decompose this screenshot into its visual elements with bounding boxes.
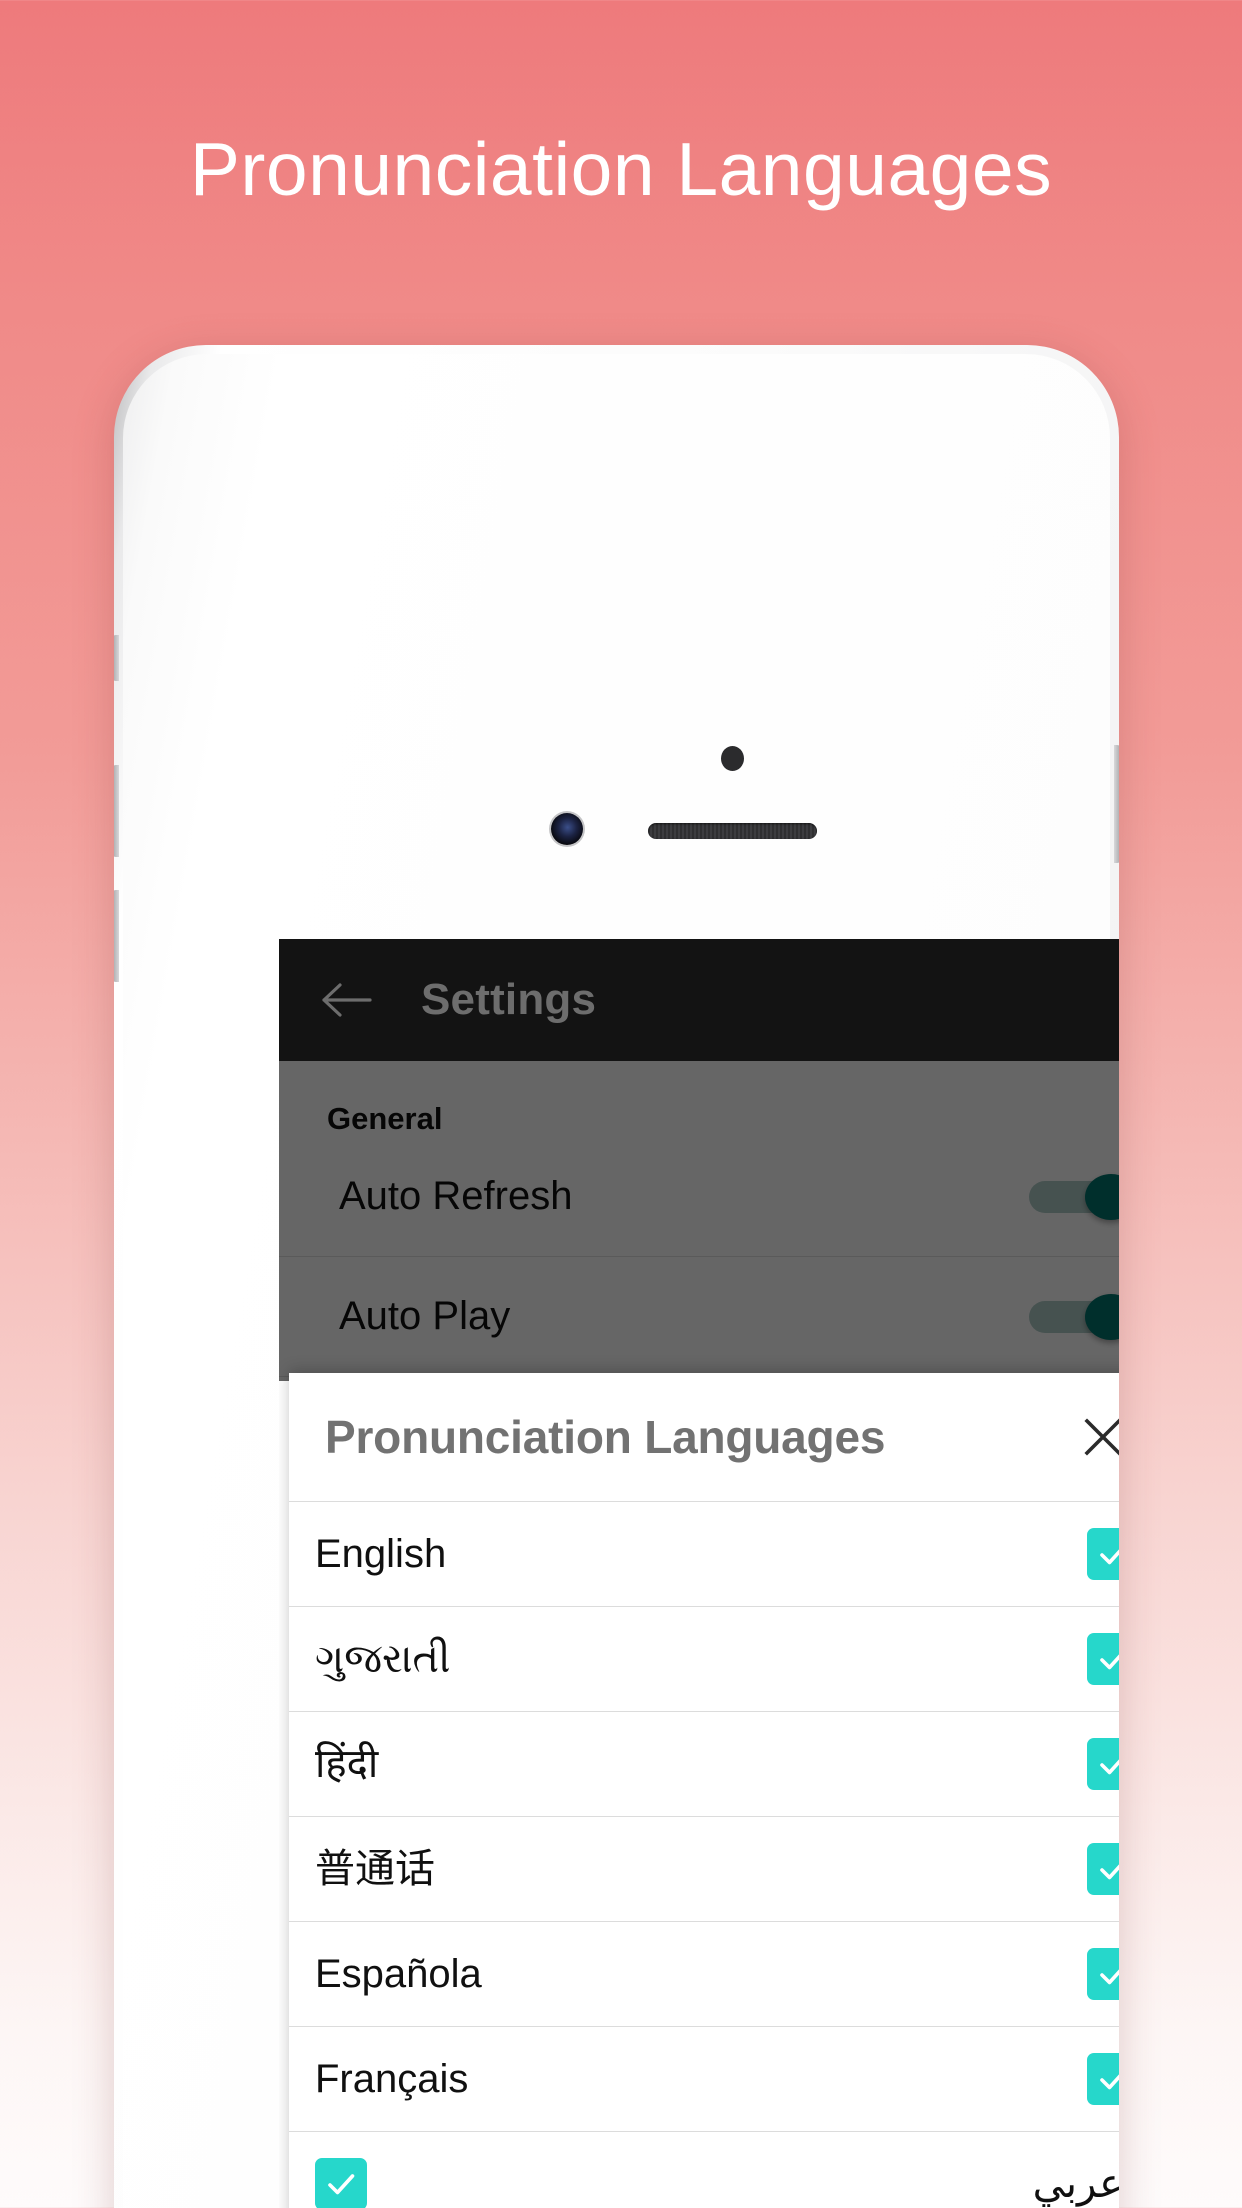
check-icon xyxy=(1100,1969,1119,1985)
settings-list: General Auto Refresh Auto Play xyxy=(279,1061,1119,1381)
check-icon xyxy=(1100,1654,1119,1670)
language-checkbox[interactable] xyxy=(1087,1633,1119,1685)
language-row[interactable]: हिंदी xyxy=(289,1711,1119,1816)
language-row[interactable]: ગુજરાતી xyxy=(289,1606,1119,1711)
language-name: English xyxy=(315,1532,447,1576)
language-name: Français xyxy=(315,2057,469,2101)
app-title: Settings xyxy=(421,975,597,1024)
phone-screen: Settings General Auto Refresh Auto Play xyxy=(279,939,1119,2208)
language-row[interactable]: عربي xyxy=(289,2131,1119,2208)
front-camera-icon xyxy=(551,813,583,845)
language-row[interactable]: 普通话 xyxy=(289,1816,1119,1921)
check-icon xyxy=(1100,2074,1119,2090)
check-icon xyxy=(1100,1549,1119,1565)
dialog-scrim-overlay[interactable] xyxy=(279,1061,1119,1381)
language-list[interactable]: English ગુજરાતી हिंदी 普通话 Española Français عر… xyxy=(289,1501,1119,2208)
check-icon xyxy=(1100,1759,1119,1775)
language-row[interactable]: Española xyxy=(289,1921,1119,2026)
language-checkbox[interactable] xyxy=(315,2158,367,2208)
language-checkbox[interactable] xyxy=(1087,1528,1119,1580)
check-icon xyxy=(1100,1864,1119,1880)
earpiece-speaker-icon xyxy=(648,823,817,839)
volume-up-button[interactable] xyxy=(114,765,119,857)
dialog-header: Pronunciation Languages xyxy=(289,1373,1119,1501)
language-name: हिंदी xyxy=(315,1742,379,1786)
dialog-title: Pronunciation Languages xyxy=(325,1411,886,1463)
power-button[interactable] xyxy=(1114,745,1119,863)
pronunciation-languages-dialog: Pronunciation Languages English ગુજરાતી हि… xyxy=(289,1373,1119,2208)
app-toolbar: Settings xyxy=(279,939,1119,1061)
language-row[interactable]: Français xyxy=(289,2026,1119,2131)
close-icon[interactable] xyxy=(1075,1409,1119,1465)
language-checkbox[interactable] xyxy=(1087,2053,1119,2105)
language-name: عربي xyxy=(1032,2162,1119,2206)
check-icon xyxy=(328,2174,355,2195)
language-checkbox[interactable] xyxy=(1087,1843,1119,1895)
page-headline: Pronunciation Languages xyxy=(189,127,1053,211)
language-checkbox[interactable] xyxy=(1087,1738,1119,1790)
phone-device-frame: Settings General Auto Refresh Auto Play xyxy=(114,345,1119,2208)
language-name: 普通话 xyxy=(315,1847,435,1891)
language-name: Española xyxy=(315,1952,482,1996)
language-checkbox[interactable] xyxy=(1087,1948,1119,2000)
arrow-left-icon[interactable] xyxy=(319,973,373,1027)
language-row[interactable]: English xyxy=(289,1501,1119,1606)
volume-down-button[interactable] xyxy=(114,890,119,982)
language-name: ગુજરાતી xyxy=(315,1637,451,1681)
proximity-sensor-icon xyxy=(721,746,744,771)
silent-switch-button[interactable] xyxy=(114,635,119,681)
